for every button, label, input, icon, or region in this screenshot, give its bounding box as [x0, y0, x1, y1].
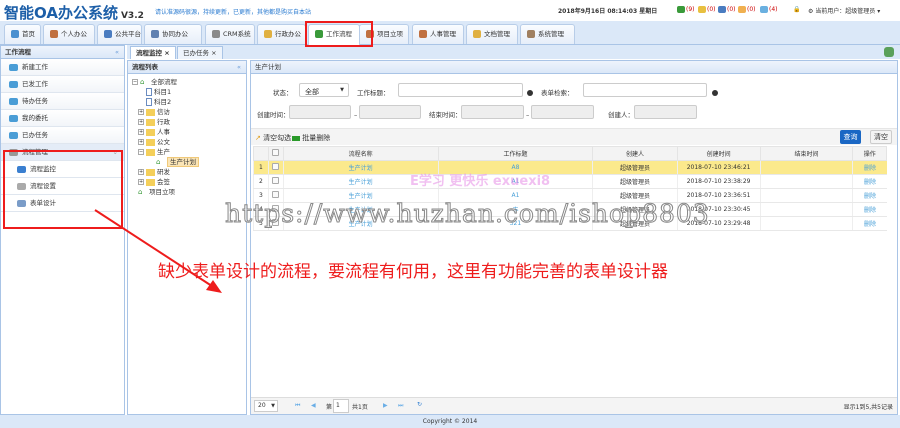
- annotation-text: 缺少表单设计的流程，要流程有何用，这里有功能完善的表单设计器: [158, 262, 668, 282]
- annotation-arrow: [94, 209, 222, 293]
